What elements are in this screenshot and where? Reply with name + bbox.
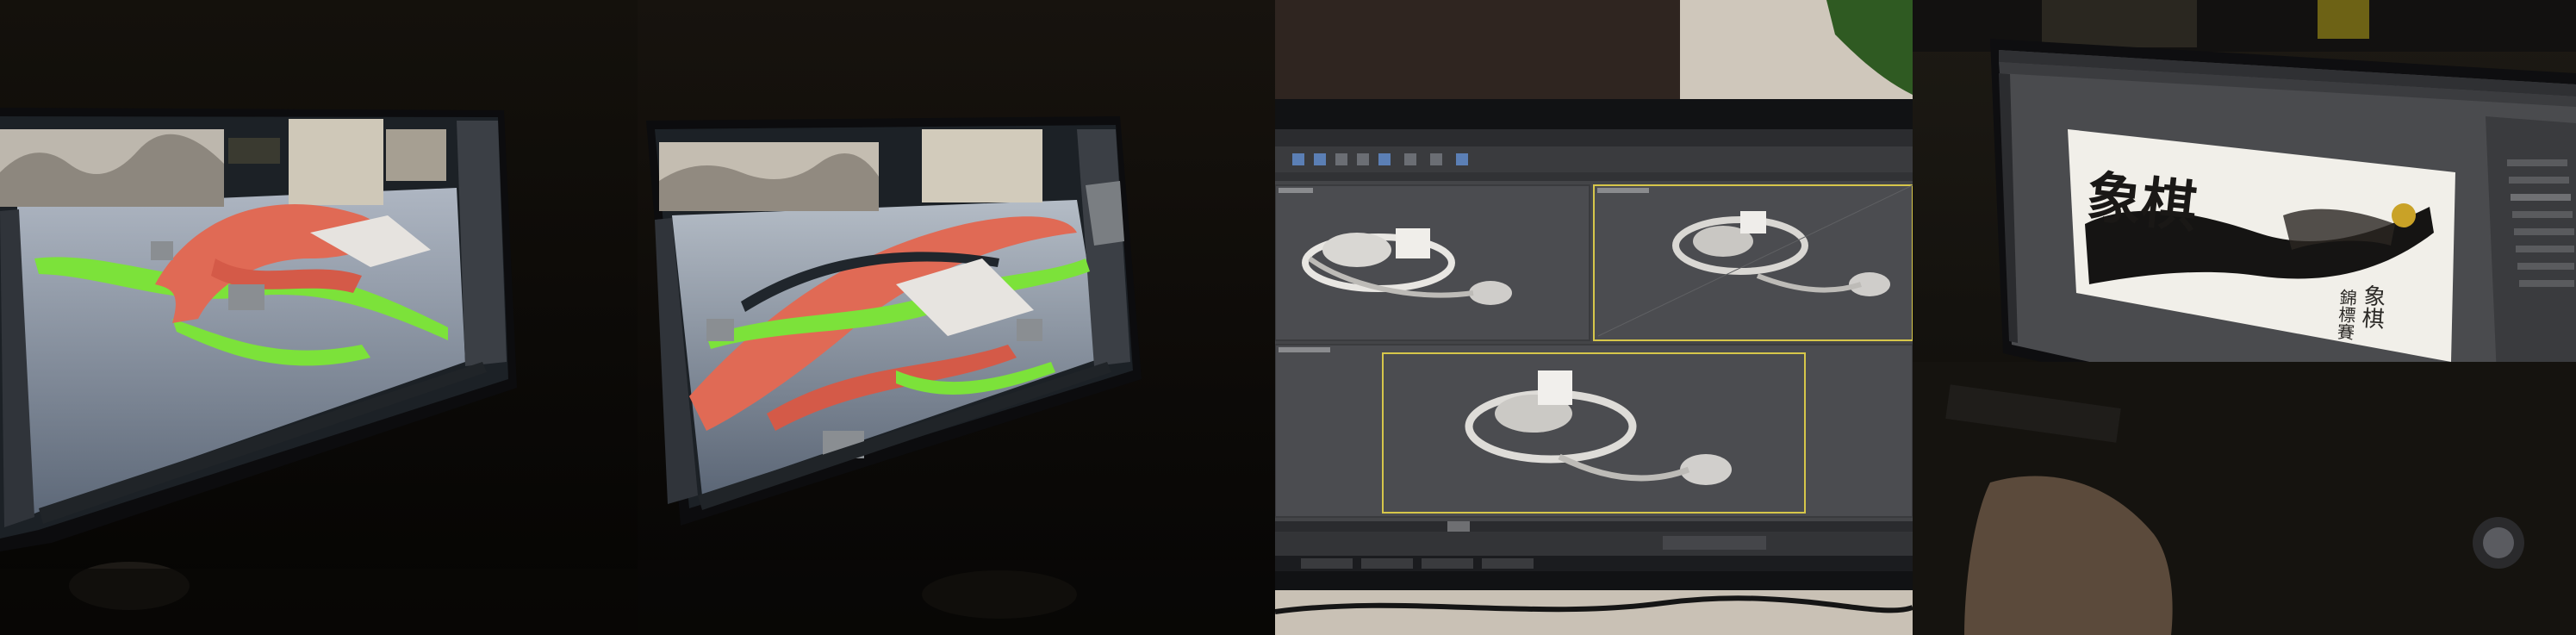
artwork-title-line1: 象棋 <box>2357 283 2386 330</box>
photo-monitor-3d-scene-2 <box>638 0 1275 635</box>
artwork-title-line2: 錦標賽 <box>2334 288 2358 341</box>
terrain-preview <box>922 129 1042 202</box>
menu-bar <box>1275 129 1913 146</box>
desk <box>1275 590 1913 635</box>
photo-1-canvas <box>0 0 638 635</box>
photo-3-canvas <box>1275 0 1913 635</box>
viewport-top[interactable] <box>1275 184 1590 341</box>
main-toolbar <box>1275 146 1913 172</box>
status-bar <box>1275 532 1913 556</box>
photo-monitor-3d-scene-1 <box>0 0 638 635</box>
photo-monitor-3dsmax <box>1275 0 1913 635</box>
viewport-perspective[interactable] <box>1275 344 1913 518</box>
playback-controls[interactable] <box>1663 536 1766 550</box>
terrain-preview <box>289 119 383 205</box>
toolbar-icons <box>1292 153 1468 165</box>
toolbar-strip <box>228 138 280 164</box>
grey-box <box>151 241 173 260</box>
photo-2-canvas <box>638 0 1275 635</box>
photo-4-canvas: 象棋 象棋 錦標賽 <box>1913 0 2576 635</box>
photo-monitor-photoshop: 象棋 象棋 錦標賽 <box>1913 0 2576 635</box>
command-panel <box>457 121 507 366</box>
gold-medallion <box>2392 203 2416 227</box>
grey-box <box>706 319 734 341</box>
timeline[interactable] <box>1275 521 1913 532</box>
artwork-big-calligraphy: 象棋 <box>2083 165 2200 240</box>
ribbon-bar <box>1275 172 1913 181</box>
time-slider[interactable] <box>1447 521 1470 532</box>
